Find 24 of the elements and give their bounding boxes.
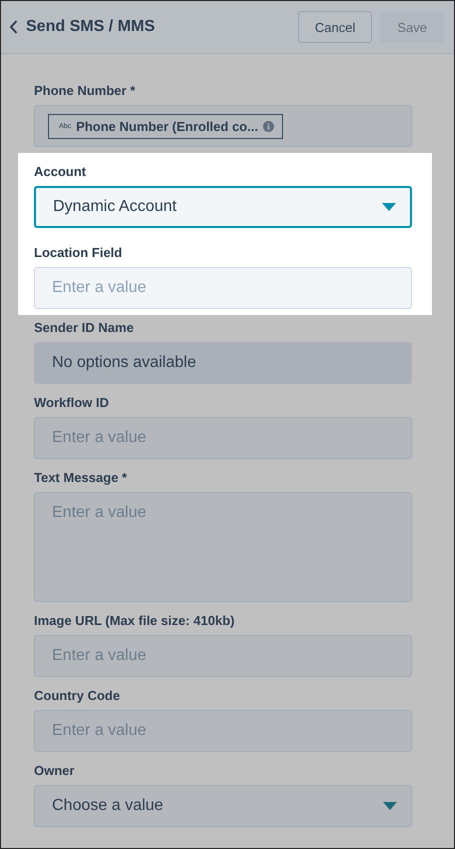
input-field[interactable]: Enter a value (34, 417, 412, 459)
input-field[interactable]: Enter a value (34, 267, 412, 309)
window-title: Send SMS / MMS (26, 18, 156, 36)
input-field[interactable]: Enter a value (34, 635, 412, 677)
text-area[interactable]: Enter a value (34, 492, 412, 602)
select-field[interactable]: Dynamic Account (34, 186, 412, 228)
select-field[interactable]: Choose a value (34, 785, 412, 827)
field-label: Account (34, 164, 87, 180)
info-icon (263, 120, 274, 132)
select-field: No options available (34, 342, 412, 384)
field-label: Country Code (34, 688, 121, 704)
field-label: Workflow ID (34, 395, 110, 411)
input-field[interactable]: Enter a value (34, 710, 412, 752)
header-button[interactable]: Cancel (298, 11, 372, 43)
field-label: Sender ID Name (34, 320, 135, 336)
caret-icon (382, 203, 396, 211)
caret-icon (383, 802, 397, 810)
token-text: Phone Number (Enrolled co... (76, 118, 258, 134)
field-label: Image URL (Max file size: 410kb) (34, 613, 236, 629)
back-icon[interactable] (9, 20, 18, 34)
field-label: Phone Number * (34, 83, 136, 99)
field-label: Owner (34, 763, 76, 779)
field-label: Location Field (34, 245, 124, 261)
field-label: Text Message * (34, 470, 128, 486)
